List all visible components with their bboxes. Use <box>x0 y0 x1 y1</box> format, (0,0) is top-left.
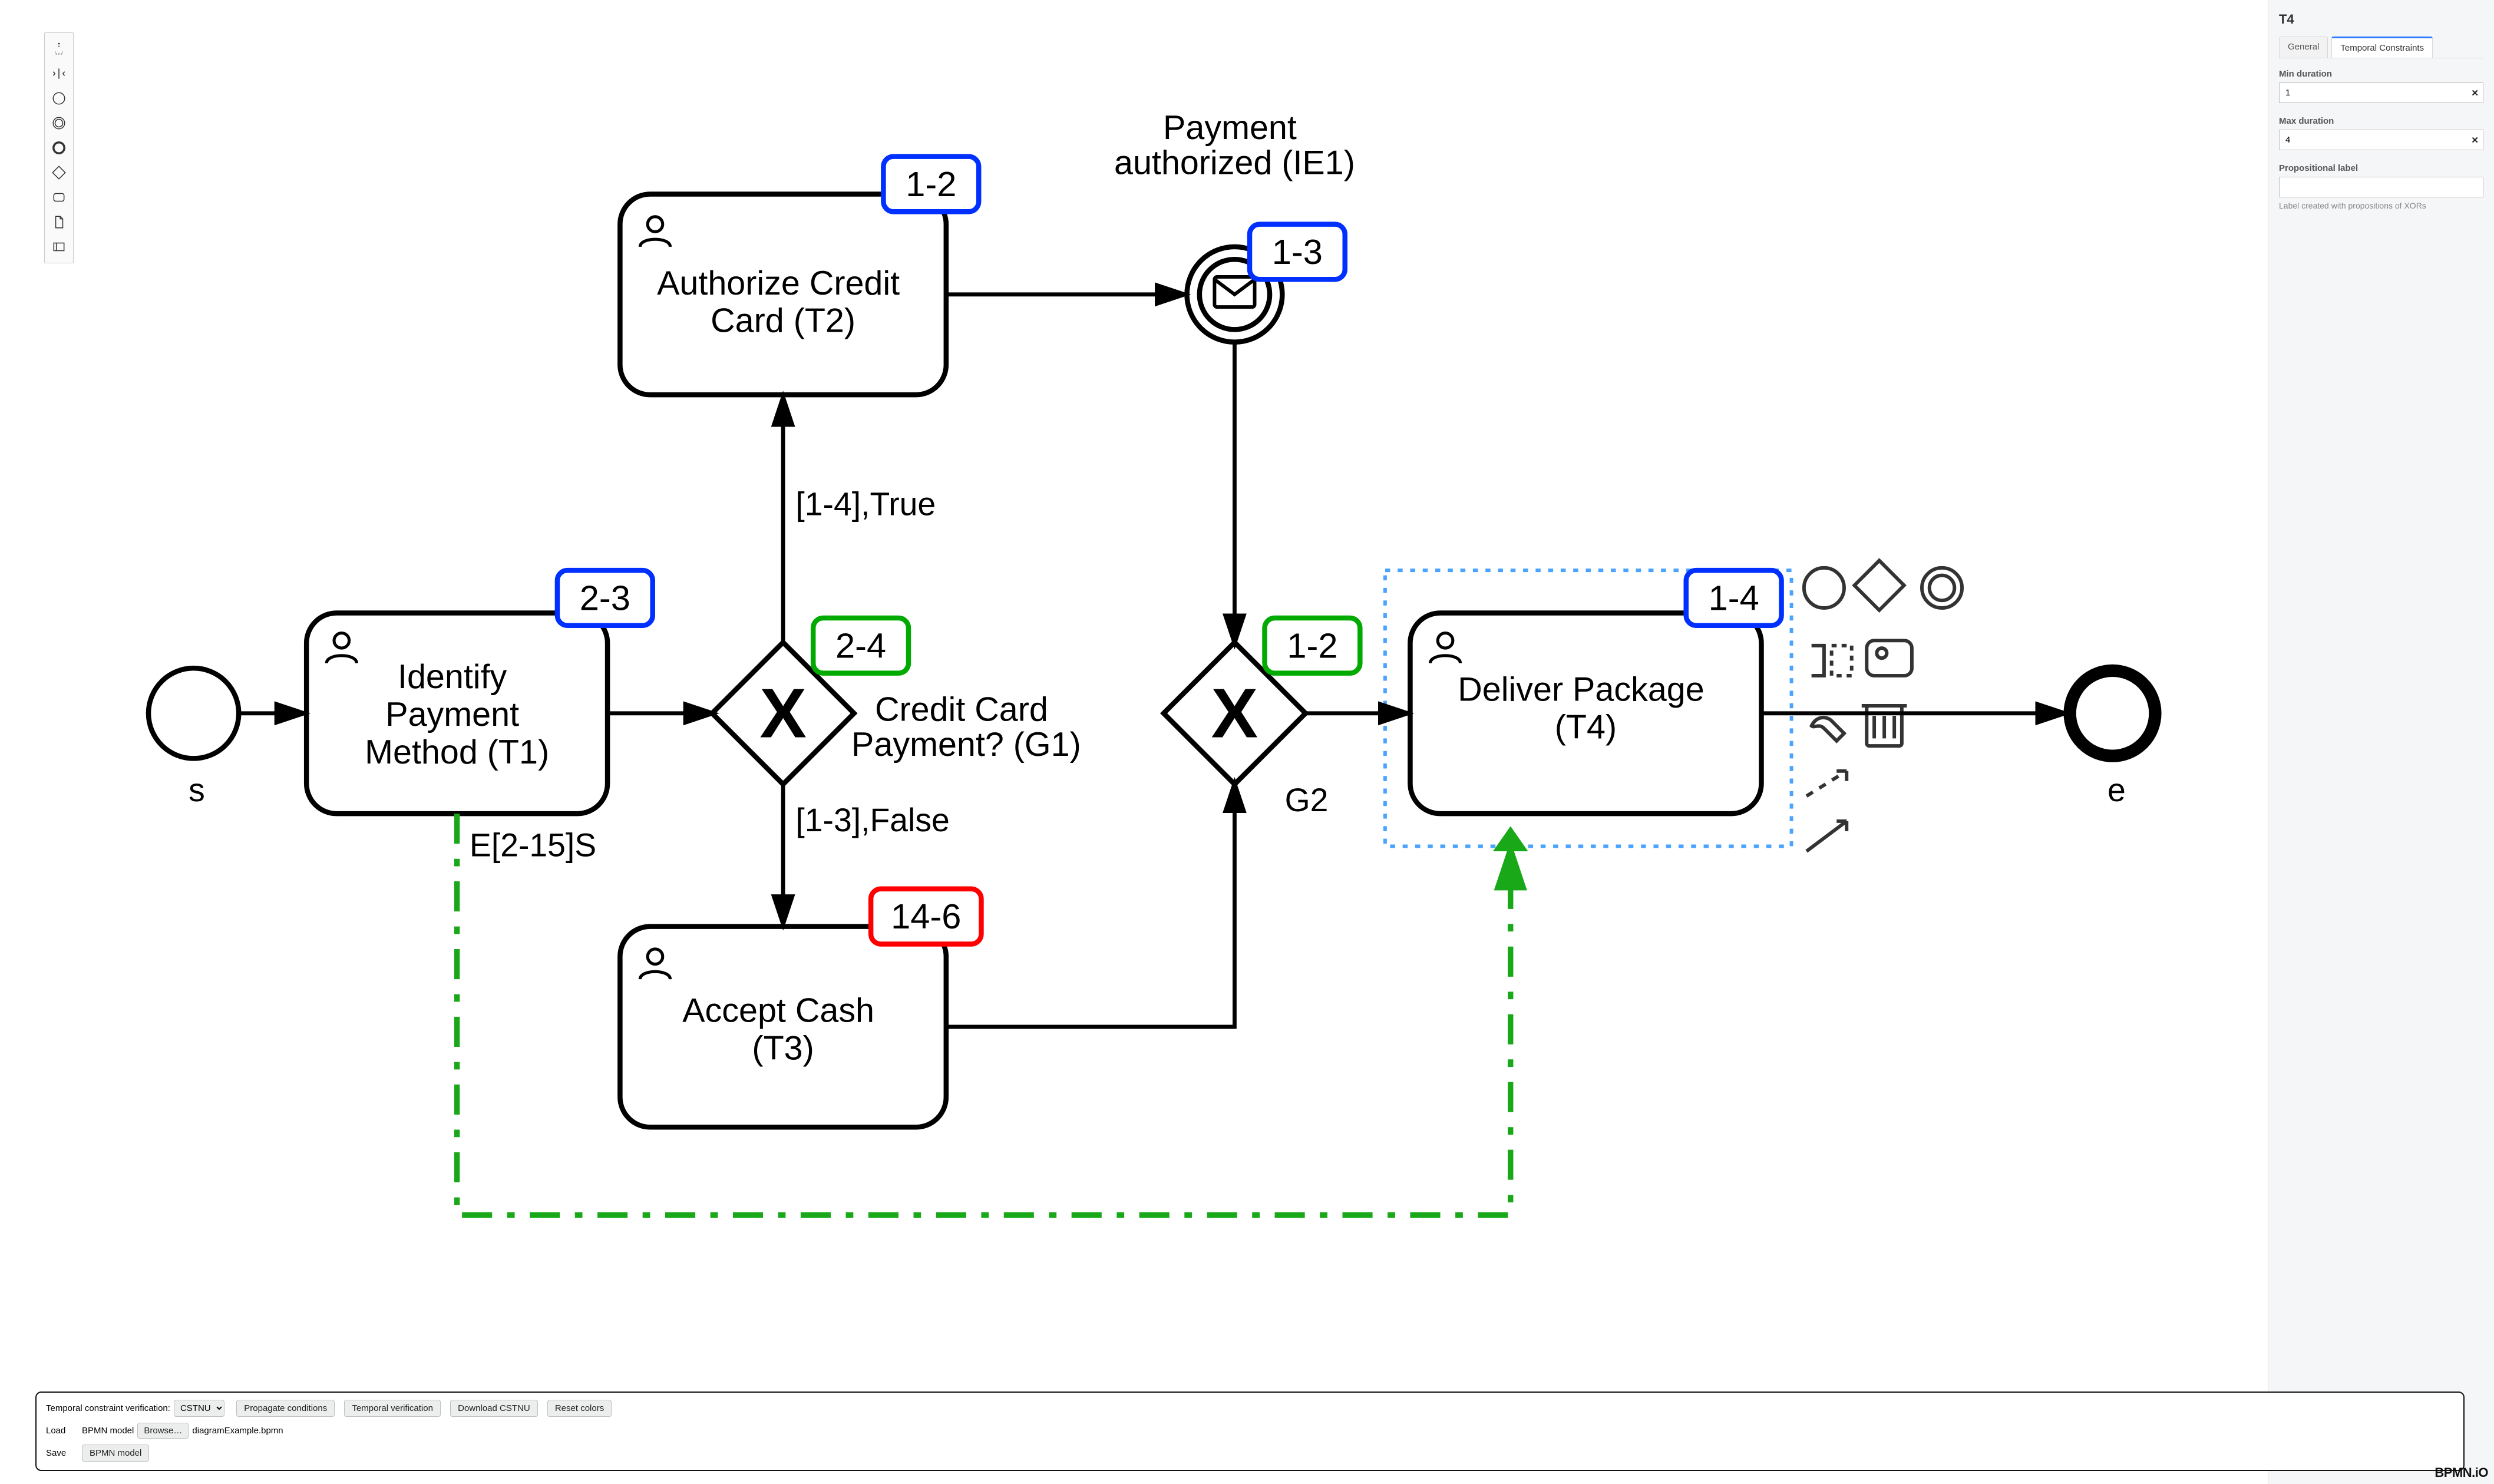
pad-gateway-icon[interactable] <box>1854 561 1904 610</box>
svg-text:X: X <box>1211 674 1258 752</box>
tool-start-event[interactable] <box>49 88 69 108</box>
download-button[interactable]: Download CSTNU <box>450 1400 538 1417</box>
context-pad <box>1804 561 1962 851</box>
clear-max-duration[interactable]: ✕ <box>2471 135 2479 146</box>
badge-t3: 14-6 <box>891 897 961 936</box>
svg-text:X: X <box>759 674 807 752</box>
max-duration-input[interactable] <box>2279 130 2483 150</box>
end-event[interactable]: e <box>2070 670 2155 808</box>
tool-subprocess[interactable] <box>49 237 69 257</box>
properties-title: T4 <box>2279 12 2483 27</box>
pad-start-event-icon[interactable] <box>1804 568 1844 608</box>
tool-palette <box>44 32 74 263</box>
propagate-button[interactable]: Propagate conditions <box>236 1400 335 1417</box>
badge-g1: 2-4 <box>835 626 886 665</box>
rel-constraint-edge[interactable] <box>457 814 1511 1215</box>
prop-label-label: Propositional label <box>2279 163 2483 173</box>
min-duration-label: Min duration <box>2279 69 2483 79</box>
badge-t4: 1-4 <box>1709 578 1759 617</box>
badge-ie1: 1-3 <box>1272 232 1323 272</box>
badge-t2: 1-2 <box>906 164 956 204</box>
tool-data-object[interactable] <box>49 212 69 232</box>
edge-g1-true-label: [1-4],True <box>795 485 936 522</box>
properties-tabs: General Temporal Constraints <box>2279 37 2483 58</box>
tool-gateway[interactable] <box>49 163 69 183</box>
tab-temporal-constraints[interactable]: Temporal Constraints <box>2331 37 2433 58</box>
svg-text:Payment authorized (: Payment authorized (IE1) <box>1114 109 1355 182</box>
tool-lasso[interactable] <box>49 64 69 84</box>
prop-label-input[interactable] <box>2279 177 2483 197</box>
pad-task-icon[interactable] <box>1867 640 1912 676</box>
task-t1[interactable]: Identify Payment Method (T1) 2-3 <box>306 570 653 814</box>
brand-logo: BPMN.iO <box>2434 1465 2488 1480</box>
badge-g2: 1-2 <box>1287 626 1337 665</box>
task-t2[interactable]: Authorize Credit Card (T2) 1-2 <box>620 157 979 395</box>
pad-connect-dashed-icon[interactable] <box>1806 771 1846 796</box>
tool-hand[interactable] <box>49 39 69 59</box>
badge-t1: 2-3 <box>580 578 630 617</box>
save-label: Save <box>46 1448 78 1458</box>
gateway-g2-label: G2 <box>1285 782 1329 818</box>
reset-button[interactable]: Reset colors <box>547 1400 612 1417</box>
load-label: Load <box>46 1426 78 1436</box>
prop-label-hint: Label created with propositions of XORs <box>2279 201 2483 210</box>
rel-constraint-label: E[2-15]S <box>470 827 596 863</box>
pad-wrench-icon[interactable] <box>1812 718 1844 741</box>
end-label: e <box>2107 772 2126 808</box>
task-t4[interactable]: Deliver Package (T4) 1-4 <box>1385 570 1792 846</box>
gateway-g2[interactable]: X 1-2 G2 <box>1164 618 1360 818</box>
verification-label: Temporal constraint verification: <box>46 1403 170 1413</box>
properties-panel: T4 General Temporal Constraints Min dura… <box>2268 0 2494 1484</box>
clear-min-duration[interactable]: ✕ <box>2471 88 2479 98</box>
load-caption: BPMN model <box>82 1426 134 1436</box>
intermediate-event-ie1[interactable]: Payment authorized (IE1) 1-3 <box>1114 109 1355 342</box>
start-label: s <box>189 772 205 808</box>
max-duration-label: Max duration <box>2279 116 2483 126</box>
tool-end-event[interactable] <box>49 138 69 158</box>
tool-task[interactable] <box>49 187 69 207</box>
tab-general[interactable]: General <box>2279 37 2328 58</box>
browse-button[interactable]: Browse… <box>137 1423 189 1439</box>
save-button[interactable]: BPMN model <box>82 1445 149 1462</box>
bottom-bar: Temporal constraint verification: CSTNU … <box>35 1392 2465 1471</box>
pad-annotation-icon[interactable] <box>1812 646 1852 676</box>
loaded-file-name: diagramExample.bpmn <box>192 1426 283 1436</box>
pad-intermediate-event-icon[interactable] <box>1922 568 1962 608</box>
verify-button[interactable]: Temporal verification <box>344 1400 441 1417</box>
tool-intermediate-event[interactable] <box>49 113 69 133</box>
min-duration-input[interactable] <box>2279 82 2483 103</box>
svg-text:Credit Card Payment?: Credit Card Payment? (G1) <box>851 691 1081 764</box>
verification-select[interactable]: CSTNU <box>174 1400 224 1417</box>
diagram-canvas[interactable]: s Identify Payment Method (T1) 2-3 <box>85 24 2258 1378</box>
edge-g1-false-label: [1-3],False <box>795 802 949 838</box>
rel-constraint-marker <box>1493 826 1528 851</box>
edge-t3-g2[interactable] <box>946 781 1235 1027</box>
pad-connect-icon[interactable] <box>1806 821 1846 851</box>
gateway-g1[interactable]: X 2-4 Credit Card Payment? (G1) <box>712 618 1081 784</box>
task-t3[interactable]: Accept Cash (T3) 14-6 <box>620 889 981 1127</box>
start-event[interactable]: s <box>148 668 239 808</box>
